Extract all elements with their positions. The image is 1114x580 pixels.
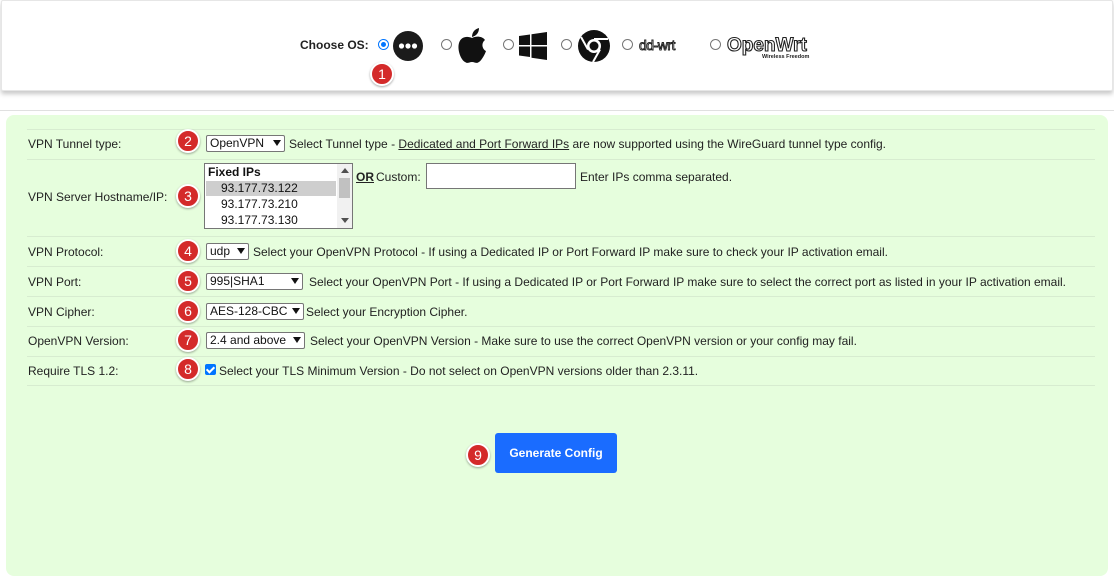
step-badge-6: 6 <box>176 299 200 323</box>
step-badge-4: 4 <box>176 239 200 263</box>
scroll-up-icon[interactable] <box>341 168 349 173</box>
svg-text:OpenWrt: OpenWrt <box>727 35 808 56</box>
chevron-down-icon <box>237 248 245 254</box>
openvpn-version-description: Select your OpenVPN Version - Make sure … <box>310 334 857 348</box>
server-ip-option[interactable]: 93.177.73.130 <box>206 213 336 228</box>
step-badge-2: 2 <box>176 129 200 153</box>
row-divider <box>27 266 1095 267</box>
os-radio-other[interactable] <box>378 39 389 50</box>
row-divider <box>27 385 1095 386</box>
tunnel-type-desc-prefix: Select Tunnel type - <box>289 137 399 151</box>
step-badge-9: 9 <box>466 443 490 467</box>
custom-label: Custom: <box>376 170 421 184</box>
scroll-thumb[interactable] <box>339 178 350 198</box>
cipher-select[interactable]: AES-128-CBC <box>206 303 304 320</box>
openvpn-version-value: 2.4 and above <box>210 333 287 347</box>
custom-ip-hint: Enter IPs comma separated. <box>580 170 733 184</box>
os-radio-ddwrt[interactable] <box>622 39 633 50</box>
chevron-down-icon <box>293 337 301 343</box>
chevron-down-icon <box>273 140 281 146</box>
protocol-value: udp <box>210 244 231 258</box>
generate-config-button[interactable]: Generate Config <box>495 433 617 473</box>
server-ip-listbox[interactable]: Fixed IPs 93.177.73.122 93.177.73.210 93… <box>204 163 353 229</box>
choose-os-label: Choose OS: <box>300 38 369 52</box>
openvpn-version-label: OpenVPN Version: <box>28 334 129 348</box>
cipher-description: Select your Encryption Cipher. <box>306 305 468 319</box>
tunnel-type-desc-suffix: are now supported using the WireGuard tu… <box>569 137 887 151</box>
windows-icon[interactable] <box>519 32 547 63</box>
step-badge-1: 1 <box>370 62 394 86</box>
row-divider <box>27 236 1095 237</box>
tunnel-type-label: VPN Tunnel type: <box>28 137 122 151</box>
port-description: Select your OpenVPN Port - If using a De… <box>309 275 1067 289</box>
openvpn-version-select[interactable]: 2.4 and above <box>206 332 305 349</box>
svg-text:Wireless Freedom: Wireless Freedom <box>762 54 809 60</box>
ellipsis-circle-icon[interactable] <box>392 30 424 65</box>
step-badge-7: 7 <box>176 328 200 352</box>
chevron-down-icon <box>291 278 299 284</box>
scroll-down-icon[interactable] <box>341 218 349 223</box>
tls-description: Select your TLS Minimum Version - Do not… <box>219 364 699 378</box>
port-value: 995|SHA1 <box>210 274 265 288</box>
chrome-icon[interactable] <box>577 29 611 66</box>
server-hostname-label: VPN Server Hostname/IP: <box>28 190 168 204</box>
or-label: OR <box>356 170 374 184</box>
row-divider <box>27 296 1095 297</box>
row-divider <box>27 326 1095 327</box>
port-select[interactable]: 995|SHA1 <box>206 273 303 290</box>
apple-icon[interactable] <box>455 27 489 68</box>
cipher-label: VPN Cipher: <box>28 305 95 319</box>
require-tls-checkbox[interactable] <box>205 364 216 375</box>
fixed-ips-group-label: Fixed IPs <box>208 165 261 179</box>
tls-label: Require TLS 1.2: <box>28 364 119 378</box>
section-divider <box>0 110 1114 111</box>
server-ip-option[interactable]: 93.177.73.210 <box>206 197 336 212</box>
os-chooser-card: Choose OS: dd-wrt OpenWrt Wireless Freed… <box>1 0 1113 91</box>
os-radio-chrome[interactable] <box>561 39 572 50</box>
step-badge-5: 5 <box>176 269 200 293</box>
listbox-scrollbar[interactable] <box>337 164 352 228</box>
chevron-down-icon <box>292 308 300 314</box>
dedicated-port-forward-link[interactable]: Dedicated and Port Forward IPs <box>398 137 569 151</box>
protocol-description: Select your OpenVPN Protocol - If using … <box>253 245 888 259</box>
os-radio-windows[interactable] <box>503 39 514 50</box>
protocol-label: VPN Protocol: <box>28 245 104 259</box>
os-radio-apple[interactable] <box>441 39 452 50</box>
step-badge-8: 8 <box>176 357 200 381</box>
custom-ip-input[interactable] <box>426 163 576 189</box>
openwrt-logo-icon[interactable]: OpenWrt Wireless Freedom <box>726 34 818 63</box>
row-divider <box>27 159 1095 160</box>
port-label: VPN Port: <box>28 275 82 289</box>
tunnel-type-value: OpenVPN <box>210 136 265 150</box>
protocol-select[interactable]: udp <box>206 243 249 260</box>
server-ip-option[interactable]: 93.177.73.122 <box>206 181 336 196</box>
cipher-value: AES-128-CBC <box>210 304 288 318</box>
os-radio-openwrt[interactable] <box>710 39 721 50</box>
tunnel-type-description: Select Tunnel type - Dedicated and Port … <box>289 137 886 151</box>
svg-text:dd-wrt: dd-wrt <box>639 37 676 53</box>
tunnel-type-select[interactable]: OpenVPN <box>206 135 285 152</box>
step-badge-3: 3 <box>176 184 200 208</box>
dd-wrt-logo-icon[interactable]: dd-wrt <box>638 37 696 58</box>
